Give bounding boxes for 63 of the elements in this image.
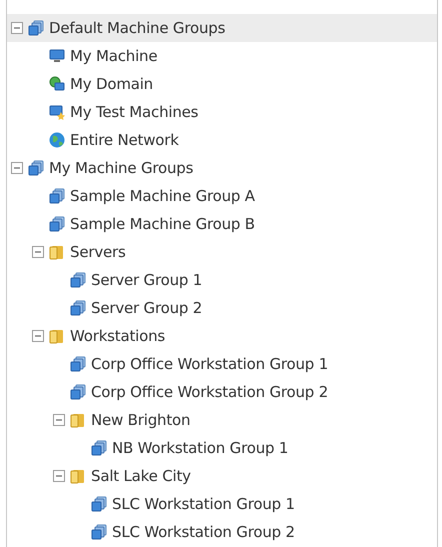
tree-item[interactable]: Sample Machine Group B	[7, 210, 437, 238]
tree-item[interactable]: Server Group 1	[7, 266, 437, 294]
item-label: NB Workstation Group 1	[112, 439, 288, 457]
item-label: My Machine	[70, 47, 158, 65]
item-label: Salt Lake City	[91, 467, 191, 485]
folder-icon	[69, 411, 87, 429]
item-label: Corp Office Workstation Group 1	[91, 355, 328, 373]
tree-item[interactable]: My Domain	[7, 70, 437, 98]
globe-icon	[48, 131, 66, 149]
collapse-icon[interactable]	[11, 162, 23, 174]
tree-item[interactable]: My Machine	[7, 42, 437, 70]
collapse-icon[interactable]	[32, 330, 44, 342]
folder-icon	[69, 467, 87, 485]
domain-icon	[48, 75, 66, 93]
item-label: New Brighton	[91, 411, 190, 429]
item-label: Entire Network	[70, 131, 179, 149]
machine-group-icon	[27, 159, 45, 177]
item-label: SLC Workstation Group 2	[112, 523, 295, 541]
tree-item[interactable]: Default Machine Groups	[7, 14, 437, 42]
item-label: Server Group 2	[91, 299, 202, 317]
machine-group-icon	[48, 187, 66, 205]
item-label: Servers	[70, 243, 126, 261]
tree-item[interactable]: Workstations	[7, 322, 437, 350]
machine-group-icon	[69, 271, 87, 289]
tree-item[interactable]: Corp Office Workstation Group 2	[7, 378, 437, 406]
item-label: Server Group 1	[91, 271, 202, 289]
folder-icon	[48, 327, 66, 345]
tree-item[interactable]: SLC Workstation Group 1	[7, 490, 437, 518]
tree-item[interactable]: My Test Machines	[7, 98, 437, 126]
item-label: SLC Workstation Group 1	[112, 495, 295, 513]
tree-item[interactable]: Sample Machine Group A	[7, 182, 437, 210]
tree-item[interactable]: Entire Network	[7, 126, 437, 154]
tree-item[interactable]: Salt Lake City	[7, 462, 437, 490]
tree-item[interactable]: NB Workstation Group 1	[7, 434, 437, 462]
item-label: My Test Machines	[70, 103, 198, 121]
test-machines-icon	[48, 103, 66, 121]
machine-group-icon	[27, 19, 45, 37]
folder-icon	[48, 243, 66, 261]
collapse-icon[interactable]	[32, 246, 44, 258]
collapse-icon[interactable]	[11, 22, 23, 34]
collapse-icon[interactable]	[53, 414, 65, 426]
item-label: Workstations	[70, 327, 166, 345]
machine-group-icon	[69, 355, 87, 373]
collapse-icon[interactable]	[53, 470, 65, 482]
tree-item[interactable]: Servers	[7, 238, 437, 266]
machine-group-icon	[90, 495, 108, 513]
item-label: Sample Machine Group B	[70, 215, 255, 233]
item-label: My Domain	[70, 75, 153, 93]
machine-group-icon	[90, 523, 108, 541]
item-label: Default Machine Groups	[49, 19, 226, 37]
tree-item[interactable]: New Brighton	[7, 406, 437, 434]
machine-group-icon	[69, 383, 87, 401]
monitor-icon	[48, 47, 66, 65]
tree-item[interactable]: Server Group 2	[7, 294, 437, 322]
item-label: Corp Office Workstation Group 2	[91, 383, 328, 401]
tree-item[interactable]: SLC Workstation Group 2	[7, 518, 437, 546]
tree-item[interactable]: My Machine Groups	[7, 154, 437, 182]
machine-group-icon	[69, 299, 87, 317]
item-label: My Machine Groups	[49, 159, 194, 177]
machine-group-icon	[90, 439, 108, 457]
tree-item[interactable]: Corp Office Workstation Group 1	[7, 350, 437, 378]
machine-group-icon	[48, 215, 66, 233]
item-label: Sample Machine Group A	[70, 187, 255, 205]
